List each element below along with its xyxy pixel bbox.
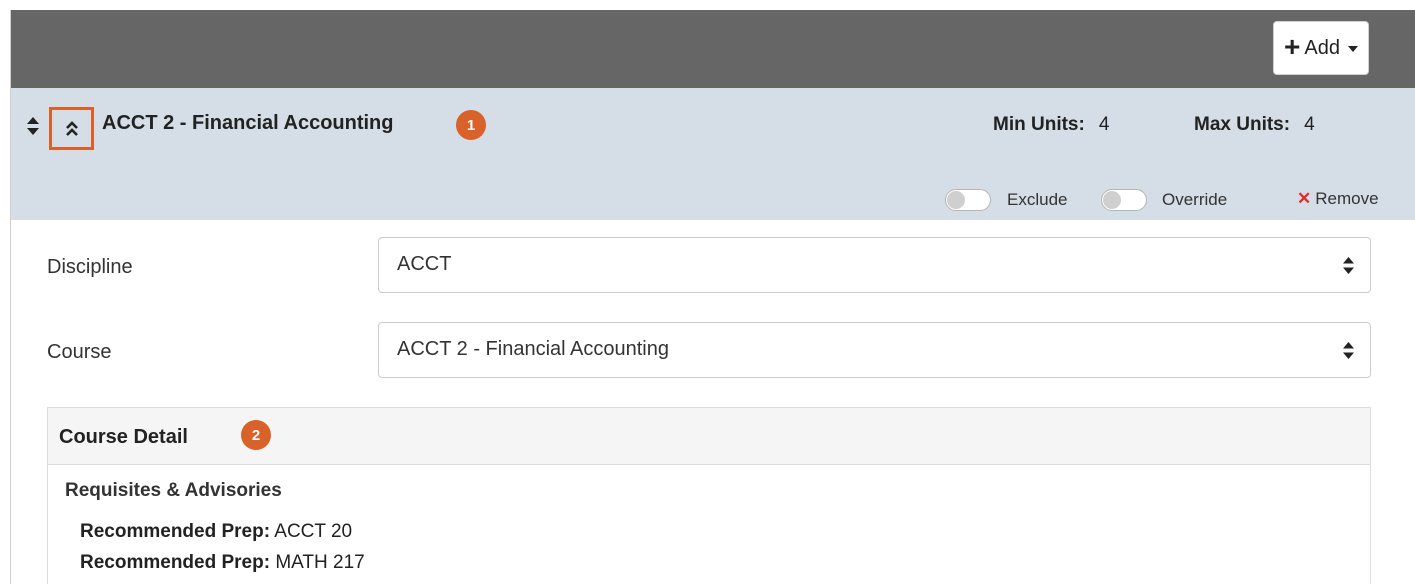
plus-icon: +	[1284, 30, 1301, 62]
course-block: + Add ACCT 2 - Financial Accounting 1 Mi…	[10, 10, 1415, 584]
select-arrows-icon	[1343, 342, 1354, 359]
callout-badge-1: 1	[456, 110, 486, 140]
override-toggle[interactable]	[1101, 189, 1147, 211]
course-title: ACCT 2 - Financial Accounting	[102, 112, 394, 134]
course-detail-panel: Course Detail 2 Requisites & Advisories …	[47, 407, 1371, 584]
min-units-value: 4	[1098, 114, 1110, 135]
requisite-value: MATH 217	[275, 552, 365, 573]
course-detail-header: Course Detail 2	[48, 408, 1370, 465]
requisites-title: Requisites & Advisories	[65, 480, 282, 501]
remove-button[interactable]: ✕ Remove	[1297, 189, 1379, 209]
max-units-value: 4	[1304, 114, 1315, 135]
top-toolbar: + Add	[11, 10, 1415, 88]
min-units: Min Units: 4	[993, 114, 1109, 136]
add-button[interactable]: + Add	[1273, 21, 1369, 75]
collapse-button[interactable]	[49, 107, 94, 150]
course-label: Course	[47, 341, 112, 363]
caret-down-icon	[1347, 46, 1358, 52]
course-select[interactable]: ACCT 2 - Financial Accounting	[378, 322, 1371, 378]
max-units: Max Units: 4	[1194, 114, 1315, 136]
course-value: ACCT 2 - Financial Accounting	[397, 338, 669, 360]
toggle-knob	[1103, 191, 1121, 209]
close-icon: ✕	[1297, 189, 1312, 208]
requisite-label: Recommended Prep:	[80, 521, 271, 542]
requisite-item: Recommended Prep: MATH 217	[80, 552, 365, 574]
add-button-label: Add	[1304, 36, 1340, 59]
exclude-label: Exclude	[1007, 190, 1068, 209]
select-arrows-icon	[1343, 257, 1354, 274]
callout-badge-2: 2	[241, 420, 271, 450]
requisite-label: Recommended Prep:	[80, 552, 271, 573]
requisite-value: ACCT 20	[274, 521, 353, 542]
discipline-value: ACCT	[397, 253, 452, 275]
max-units-label: Max Units:	[1194, 114, 1291, 135]
sort-icon[interactable]	[27, 117, 39, 135]
discipline-label: Discipline	[47, 256, 133, 278]
discipline-select[interactable]: ACCT	[378, 237, 1371, 293]
course-detail-title: Course Detail	[59, 426, 188, 448]
course-header: ACCT 2 - Financial Accounting 1 Min Unit…	[11, 88, 1415, 220]
requisite-item: Recommended Prep: ACCT 20	[80, 521, 352, 543]
course-options: Exclude Override ✕ Remove	[11, 187, 1415, 213]
override-label: Override	[1162, 190, 1228, 209]
min-units-label: Min Units:	[993, 114, 1085, 135]
double-chevron-up-icon	[65, 120, 78, 136]
toggle-knob	[947, 191, 965, 209]
remove-label: Remove	[1315, 189, 1379, 208]
exclude-toggle[interactable]	[945, 189, 991, 211]
